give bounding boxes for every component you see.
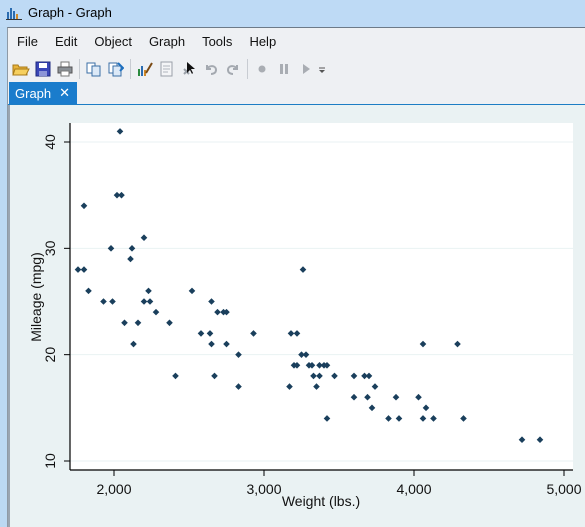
graph-window: File Edit Object Graph Tools Help Graph …	[7, 27, 585, 527]
x-tick-label: 5,000	[546, 481, 581, 497]
x-axis-label: Weight (lbs.)	[282, 493, 360, 509]
graph-area: 10 20 30 40 2,000 3,000 4,000 5,000 Mileage (mp…	[8, 105, 585, 527]
x-tick-label: 4,000	[396, 481, 431, 497]
y-tick-label: 30	[42, 240, 58, 256]
x-tick-label: 3,000	[246, 481, 281, 497]
y-tick-label: 40	[42, 134, 58, 150]
plot-region	[70, 123, 573, 470]
y-tick-label: 10	[42, 453, 58, 469]
y-axis-label: Mileage (mpg)	[28, 252, 44, 341]
scatter-chart: 10 20 30 40 2,000 3,000 4,000 5,000 Mileage (mp…	[28, 123, 582, 509]
x-tick-label: 2,000	[96, 481, 131, 497]
y-tick-label: 20	[42, 347, 58, 363]
